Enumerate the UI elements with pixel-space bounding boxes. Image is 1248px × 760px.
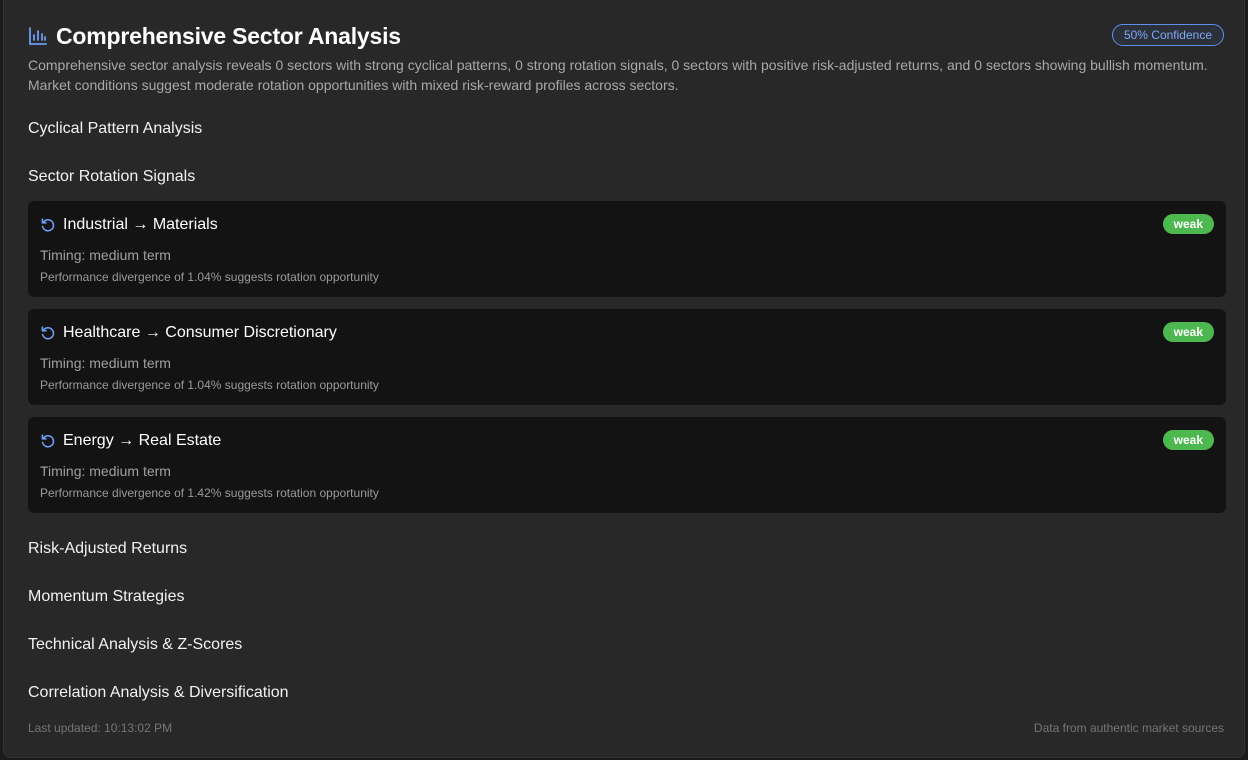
panel-header: Comprehensive Sector Analysis 50% Confid… [28, 20, 1224, 95]
rotate-icon [40, 217, 56, 233]
divergence-note: Performance divergence of 1.04% suggests… [40, 378, 379, 392]
section-momentum-strategies[interactable]: Momentum Strategies [28, 588, 185, 606]
rotation-pair-label: Healthcare → Consumer Discretionary [63, 324, 337, 341]
timing-text: Timing: medium term [40, 463, 171, 479]
analysis-summary: Comprehensive sector analysis reveals 0 … [28, 57, 1208, 93]
rotation-pair-label: Energy → Real Estate [63, 432, 222, 449]
strength-badge: weak [1162, 430, 1214, 450]
confidence-badge: 50% Confidence [1111, 24, 1224, 46]
rotate-icon [40, 433, 56, 449]
last-updated-text: Last updated: 10:13:02 PM [28, 721, 173, 735]
page-title: Comprehensive Sector Analysis [56, 22, 401, 49]
timing-text: Timing: medium term [40, 355, 171, 371]
strength-badge: weak [1162, 214, 1214, 234]
rotation-pair-label: Industrial → Materials [63, 216, 218, 233]
rotate-icon [40, 325, 56, 341]
rotation-signal-card: Industrial → Materials weak Timing: medi… [28, 201, 1226, 297]
section-risk-adjusted-returns[interactable]: Risk-Adjusted Returns [28, 540, 187, 558]
rotation-signal-card: Energy → Real Estate weak Timing: medium… [28, 417, 1226, 513]
section-technical-analysis[interactable]: Technical Analysis & Z-Scores [28, 636, 242, 654]
divergence-note: Performance divergence of 1.42% suggests… [40, 486, 379, 500]
sector-analysis-panel: Comprehensive Sector Analysis 50% Confid… [3, 0, 1245, 758]
section-rotation-signals[interactable]: Sector Rotation Signals [28, 168, 195, 186]
timing-text: Timing: medium term [40, 247, 171, 263]
divergence-note: Performance divergence of 1.04% suggests… [40, 270, 379, 284]
section-cyclical-pattern[interactable]: Cyclical Pattern Analysis [28, 120, 202, 138]
section-correlation-analysis[interactable]: Correlation Analysis & Diversification [28, 684, 289, 702]
strength-badge: weak [1162, 322, 1214, 342]
data-source-text: Data from authentic market sources [1033, 721, 1224, 735]
bar-chart-icon [28, 26, 48, 46]
rotation-signal-card: Healthcare → Consumer Discretionary weak… [28, 309, 1226, 405]
